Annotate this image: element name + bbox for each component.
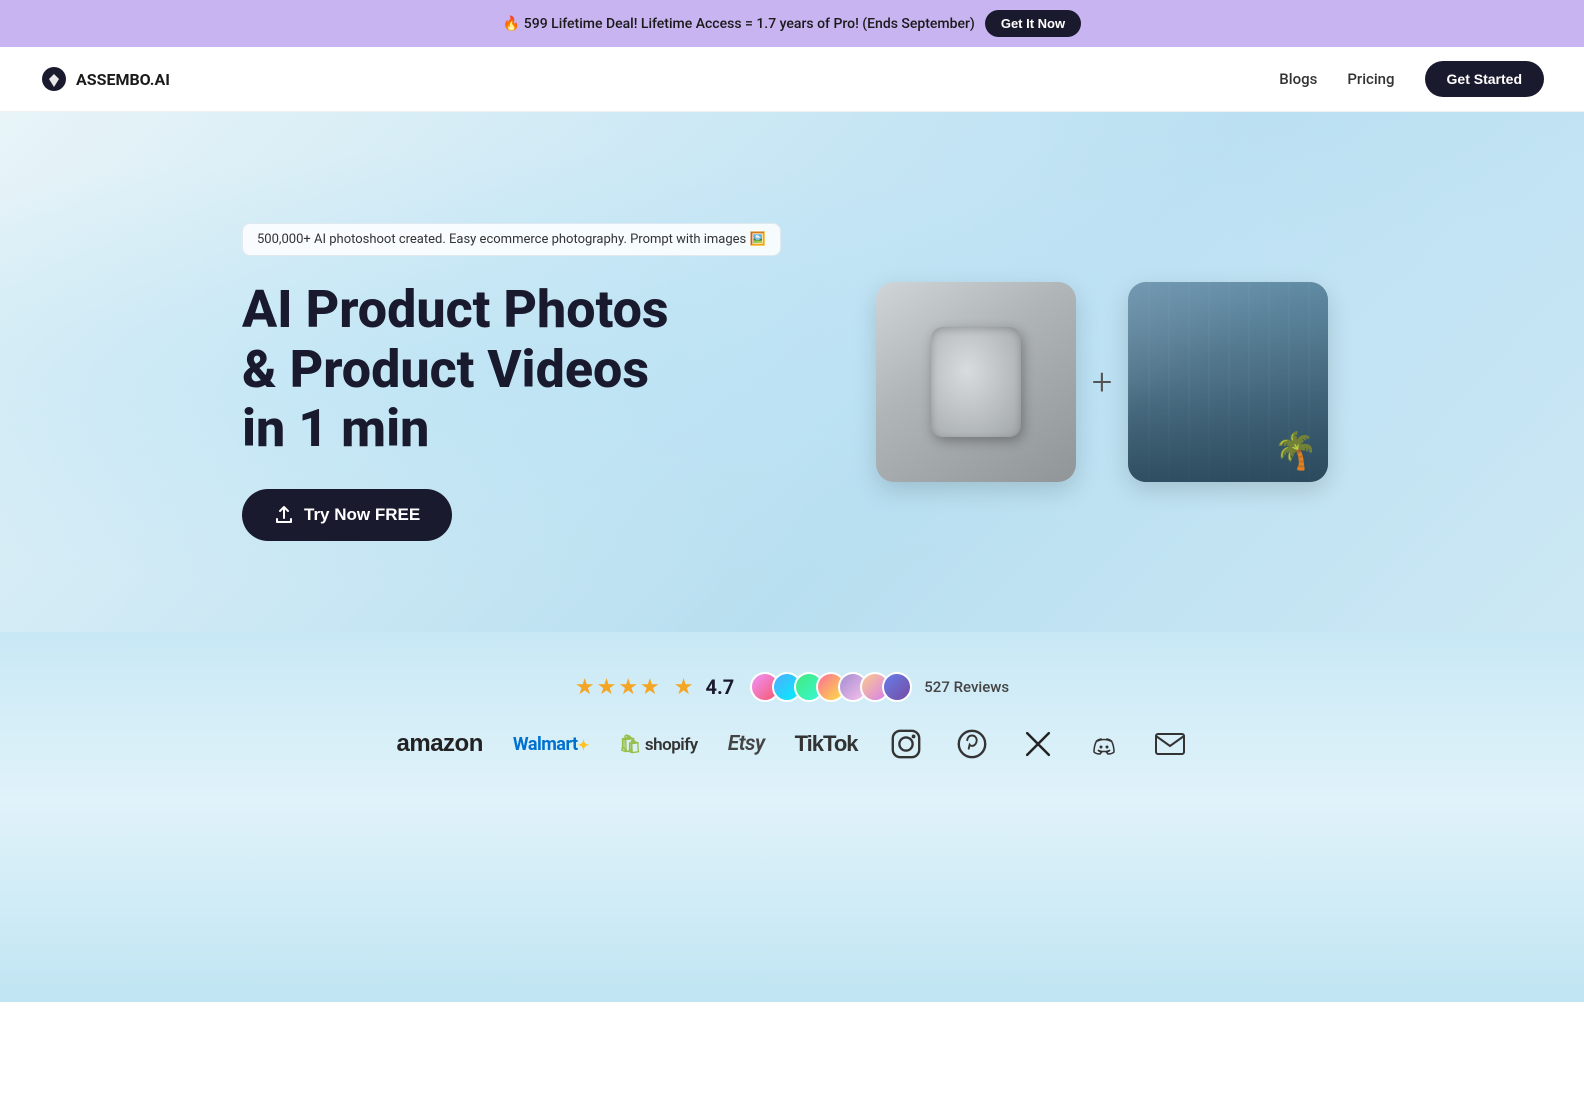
brand-etsy: Etsy bbox=[728, 732, 765, 756]
nav-links: Blogs Pricing Get Started bbox=[1279, 61, 1544, 97]
avatar-group bbox=[750, 672, 912, 702]
banner-text: 🔥 599 Lifetime Deal! Lifetime Access = 1… bbox=[503, 16, 975, 32]
hero-title: AI Product Photos & Product Videos in 1 … bbox=[242, 280, 802, 459]
product-image-speaker bbox=[876, 282, 1076, 482]
product-image-restaurant bbox=[1128, 282, 1328, 482]
hero-section: 500,000+ AI photoshoot created. Easy eco… bbox=[0, 112, 1584, 632]
hero-content-left: 500,000+ AI photoshoot created. Easy eco… bbox=[242, 223, 802, 541]
hero-title-line1: AI Product Photos bbox=[242, 279, 669, 340]
logo-text: ASSEMBO.AI bbox=[76, 70, 170, 89]
brands-row: amazon Walmart✦ 🛍 shopify EtsyTikTok ꓔ꒐꒒… bbox=[397, 726, 1188, 782]
brand-discord-icon bbox=[1086, 726, 1122, 762]
get-it-now-button[interactable]: Get It Now bbox=[985, 10, 1081, 37]
hero-title-line3: in 1 min bbox=[242, 398, 429, 459]
restaurant-image bbox=[1128, 282, 1328, 482]
star-rating-display: ★★★★ bbox=[575, 675, 662, 700]
brand-pinterest-icon bbox=[954, 726, 990, 762]
rating-number: 4.7 bbox=[706, 675, 735, 699]
half-star: ★ bbox=[674, 675, 694, 700]
brand-instagram-icon bbox=[888, 726, 924, 762]
brand-walmart: Walmart✦ bbox=[513, 734, 589, 755]
bottom-area bbox=[0, 802, 1584, 1002]
hero-content-right: + bbox=[862, 282, 1342, 482]
nav-blogs[interactable]: Blogs bbox=[1279, 70, 1317, 88]
get-started-button[interactable]: Get Started bbox=[1425, 61, 1544, 97]
brand-gmail-icon bbox=[1152, 726, 1188, 762]
speaker-image bbox=[876, 282, 1076, 482]
reviews-count: 527 Reviews bbox=[924, 678, 1009, 696]
navbar: ASSEMBO.AI Blogs Pricing Get Started bbox=[0, 47, 1584, 112]
social-proof-section: ★★★★ ★ 4.7 527 Reviews amazon Walmart✦ 🛍… bbox=[0, 632, 1584, 802]
upload-icon bbox=[274, 505, 294, 525]
hero-badge: 500,000+ AI photoshoot created. Easy eco… bbox=[242, 223, 781, 256]
logo[interactable]: ASSEMBO.AI bbox=[40, 65, 170, 93]
reviews-row: ★★★★ ★ 4.7 527 Reviews bbox=[575, 672, 1009, 702]
try-now-button[interactable]: Try Now FREE bbox=[242, 489, 452, 541]
top-banner: 🔥 599 Lifetime Deal! Lifetime Access = 1… bbox=[0, 0, 1584, 47]
hero-title-line2: & Product Videos bbox=[242, 339, 649, 400]
brand-amazon: amazon bbox=[397, 730, 483, 758]
brand-tiktok-text: TikTok bbox=[795, 731, 858, 757]
plus-divider: + bbox=[1092, 361, 1112, 403]
brand-shopify: 🛍 shopify bbox=[619, 734, 698, 755]
hero-badge-text: 500,000+ AI photoshoot created. Easy eco… bbox=[257, 232, 766, 247]
try-now-label: Try Now FREE bbox=[304, 505, 420, 525]
avatar-7 bbox=[882, 672, 912, 702]
logo-icon bbox=[40, 65, 68, 93]
nav-pricing[interactable]: Pricing bbox=[1347, 70, 1394, 88]
brand-x-icon bbox=[1020, 726, 1056, 762]
